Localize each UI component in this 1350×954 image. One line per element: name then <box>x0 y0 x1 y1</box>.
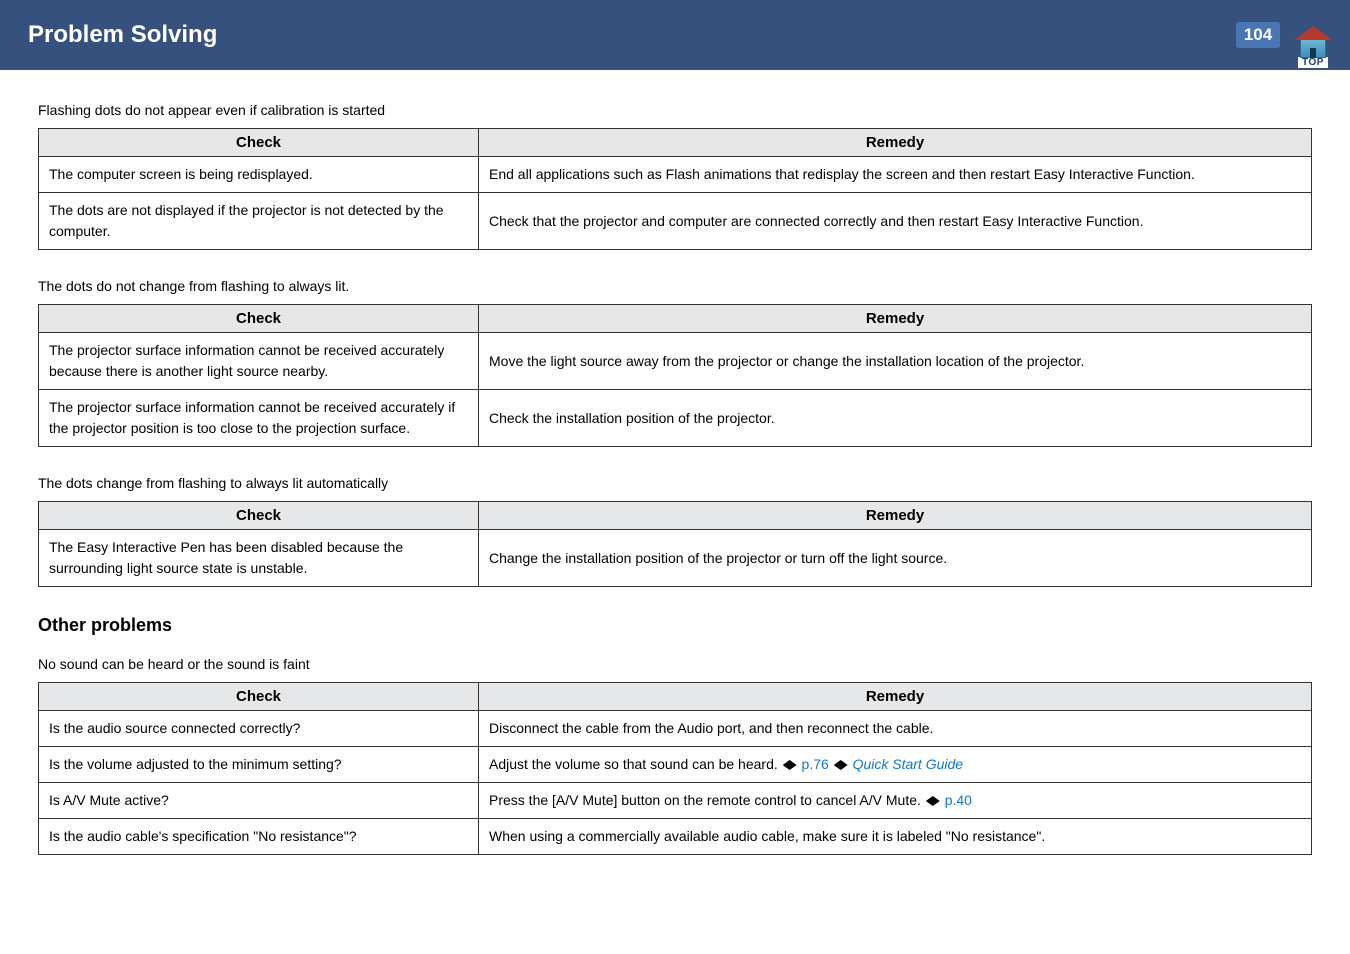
page-content: Flashing dots do not appear even if cali… <box>0 70 1350 855</box>
section-subhead: The dots do not change from flashing to … <box>38 278 1312 294</box>
problem-table: Check Remedy The projector surface infor… <box>38 304 1312 447</box>
reference-icon <box>783 760 797 770</box>
table-row: Is A/V Mute active? Press the [A/V Mute]… <box>39 783 1312 819</box>
remedy-text: Press the [A/V Mute] button on the remot… <box>489 792 925 808</box>
guide-ref-link[interactable]: Quick Start Guide <box>853 756 964 772</box>
problem-table: Check Remedy The Easy Interactive Pen ha… <box>38 501 1312 587</box>
page-ref-link[interactable]: p.76 <box>802 756 829 772</box>
cell-check: Is A/V Mute active? <box>39 783 479 819</box>
page-ref-link[interactable]: p.40 <box>945 792 972 808</box>
problem-table: Check Remedy Is the audio source connect… <box>38 682 1312 855</box>
page-title: Problem Solving <box>28 21 217 49</box>
home-top-button[interactable]: TOP <box>1294 26 1332 68</box>
cell-remedy: Check that the projector and computer ar… <box>479 193 1312 250</box>
problem-table: Check Remedy The computer screen is bein… <box>38 128 1312 250</box>
col-remedy: Remedy <box>479 129 1312 157</box>
cell-remedy: Move the light source away from the proj… <box>479 333 1312 390</box>
table-row: The dots are not displayed if the projec… <box>39 193 1312 250</box>
page-number-badge: 104 <box>1236 22 1280 48</box>
table-row: The projector surface information cannot… <box>39 333 1312 390</box>
table-row: The projector surface information cannot… <box>39 390 1312 447</box>
section-subhead: No sound can be heard or the sound is fa… <box>38 656 1312 672</box>
col-check: Check <box>39 129 479 157</box>
cell-remedy: When using a commercially available audi… <box>479 819 1312 855</box>
cell-check: Is the volume adjusted to the minimum se… <box>39 747 479 783</box>
table-row: The Easy Interactive Pen has been disabl… <box>39 530 1312 587</box>
top-label: TOP <box>1298 57 1328 68</box>
section-subhead: Flashing dots do not appear even if cali… <box>38 102 1312 118</box>
col-remedy: Remedy <box>479 305 1312 333</box>
col-check: Check <box>39 683 479 711</box>
cell-check: Is the audio source connected correctly? <box>39 711 479 747</box>
cell-remedy: Adjust the volume so that sound can be h… <box>479 747 1312 783</box>
table-row: Is the audio cable's specification "No r… <box>39 819 1312 855</box>
col-remedy: Remedy <box>479 683 1312 711</box>
table-row: Is the audio source connected correctly?… <box>39 711 1312 747</box>
section-subhead: The dots change from flashing to always … <box>38 475 1312 491</box>
reference-icon <box>926 796 940 806</box>
table-row: Is the volume adjusted to the minimum se… <box>39 747 1312 783</box>
cell-check: The projector surface information cannot… <box>39 390 479 447</box>
cell-check: Is the audio cable's specification "No r… <box>39 819 479 855</box>
cell-check: The dots are not displayed if the projec… <box>39 193 479 250</box>
header-bar: Problem Solving 104 TOP <box>0 0 1350 70</box>
col-remedy: Remedy <box>479 502 1312 530</box>
section-heading: Other problems <box>38 615 1312 636</box>
header-right: 104 TOP <box>1236 0 1350 70</box>
cell-check: The Easy Interactive Pen has been disabl… <box>39 530 479 587</box>
cell-remedy: End all applications such as Flash anima… <box>479 157 1312 193</box>
cell-check: The computer screen is being redisplayed… <box>39 157 479 193</box>
reference-icon <box>834 760 848 770</box>
cell-remedy: Change the installation position of the … <box>479 530 1312 587</box>
col-check: Check <box>39 502 479 530</box>
remedy-text: Adjust the volume so that sound can be h… <box>489 756 782 772</box>
house-icon <box>1294 26 1332 58</box>
cell-remedy: Press the [A/V Mute] button on the remot… <box>479 783 1312 819</box>
cell-check: The projector surface information cannot… <box>39 333 479 390</box>
cell-remedy: Check the installation position of the p… <box>479 390 1312 447</box>
table-row: The computer screen is being redisplayed… <box>39 157 1312 193</box>
col-check: Check <box>39 305 479 333</box>
cell-remedy: Disconnect the cable from the Audio port… <box>479 711 1312 747</box>
